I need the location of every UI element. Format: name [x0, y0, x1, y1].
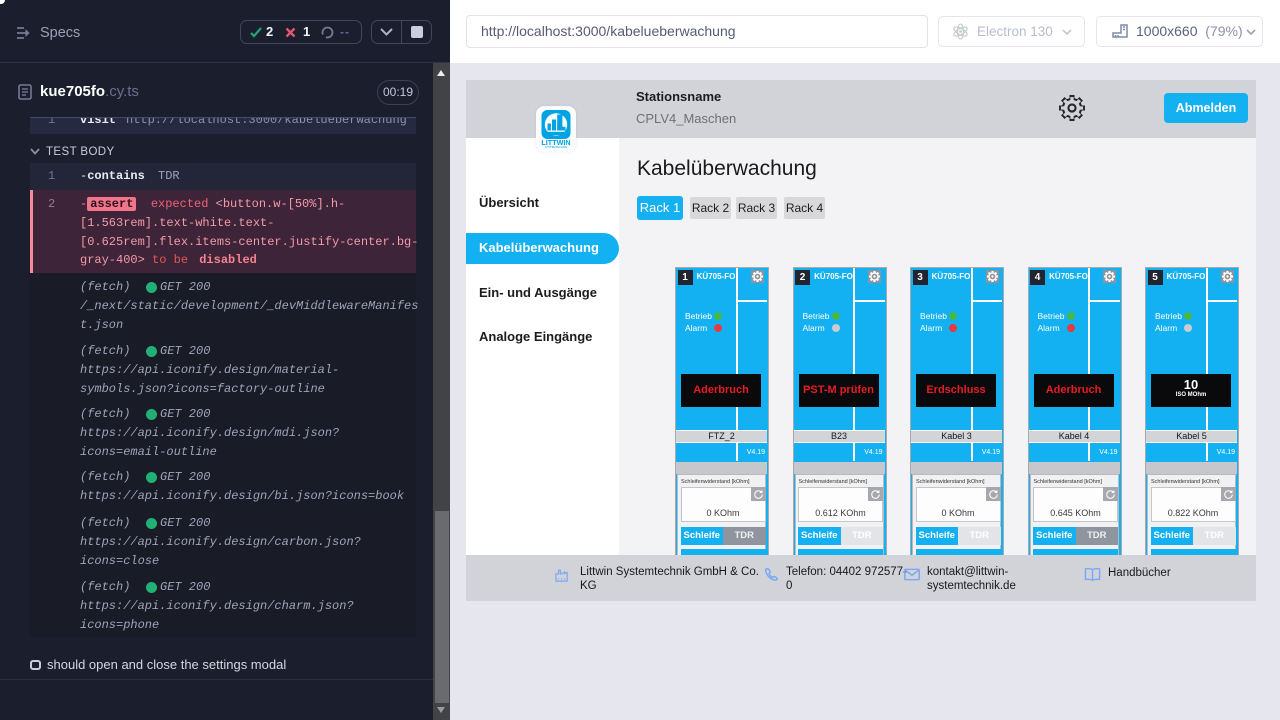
svg-text:SYSTEMTECHNIK: SYSTEMTECHNIK	[545, 145, 567, 148]
